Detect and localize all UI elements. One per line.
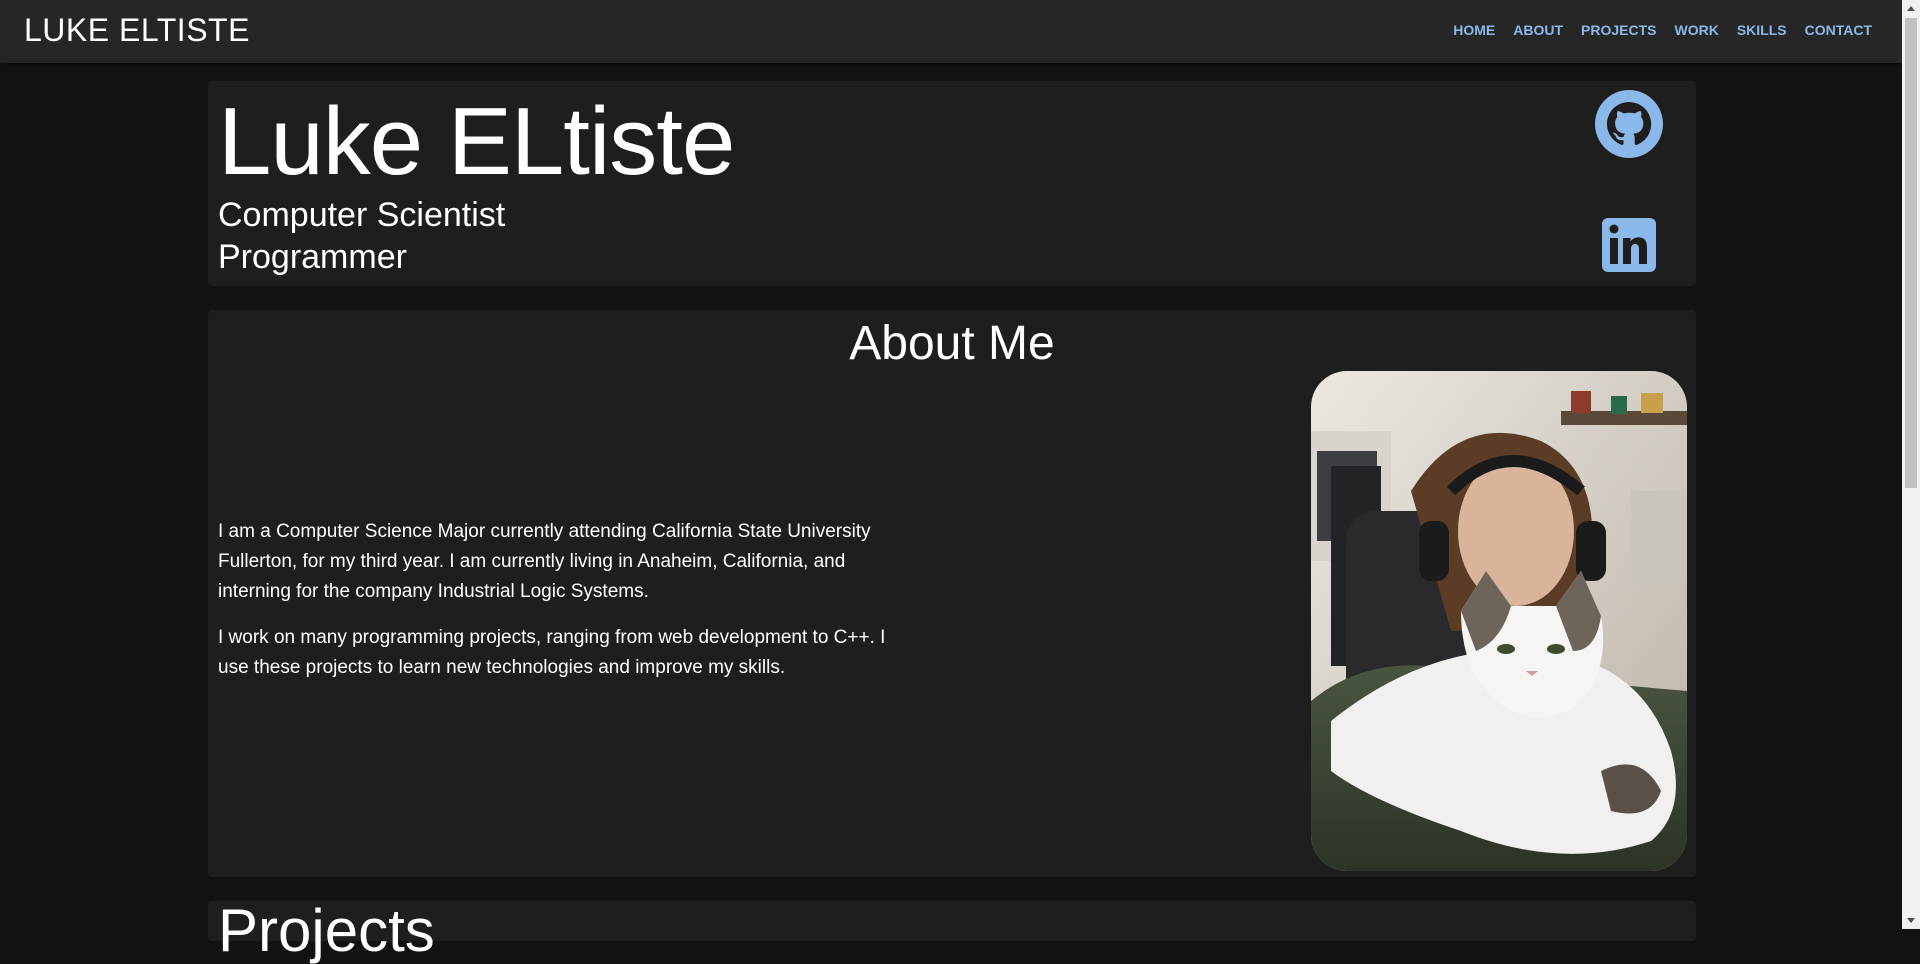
about-paragraph-2: I work on many programming projects, ran… <box>218 627 886 678</box>
scrollbar-thumb[interactable] <box>1905 18 1917 488</box>
hero-name: Luke ELtiste <box>218 88 735 195</box>
top-navbar: LUKE ELTISTE HOME ABOUT PROJECTS WORK SK… <box>0 0 1902 63</box>
linkedin-link[interactable] <box>1595 211 1663 284</box>
projects-card: Projects <box>208 901 1696 961</box>
about-text: I am a Computer Science Major currently … <box>218 517 888 699</box>
page-scrollbar[interactable] <box>1902 0 1920 929</box>
profile-photo <box>1311 371 1687 871</box>
hero-subtitle-line1: Computer Scientist <box>218 196 506 234</box>
scroll-up-icon[interactable] <box>1907 6 1915 11</box>
profile-photo-image <box>1311 371 1687 871</box>
nav-link-work[interactable]: WORK <box>1674 22 1718 38</box>
nav-link-home[interactable]: HOME <box>1453 22 1495 38</box>
hero-subtitle: Computer Scientist Programmer <box>218 194 505 278</box>
github-link[interactable] <box>1595 90 1663 163</box>
hero-card: Luke ELtiste Computer Scientist Programm… <box>208 81 1696 286</box>
about-card: About Me I am a Computer Science Major c… <box>208 310 1696 877</box>
scroll-down-icon[interactable] <box>1907 918 1915 923</box>
nav-link-about[interactable]: ABOUT <box>1513 22 1563 38</box>
linkedin-icon <box>1602 218 1656 272</box>
nav-link-contact[interactable]: CONTACT <box>1805 22 1872 38</box>
projects-title: Projects <box>218 897 435 964</box>
about-paragraph-1: I am a Computer Science Major currently … <box>218 521 871 602</box>
about-title: About Me <box>849 317 1055 370</box>
nav-link-skills[interactable]: SKILLS <box>1737 22 1787 38</box>
hero-subtitle-line2: Programmer <box>218 238 407 276</box>
github-icon <box>1595 90 1663 158</box>
nav-link-projects[interactable]: PROJECTS <box>1581 22 1656 38</box>
site-brand[interactable]: LUKE ELTISTE <box>24 12 250 49</box>
nav-links: HOME ABOUT PROJECTS WORK SKILLS CONTACT <box>1435 22 1872 38</box>
